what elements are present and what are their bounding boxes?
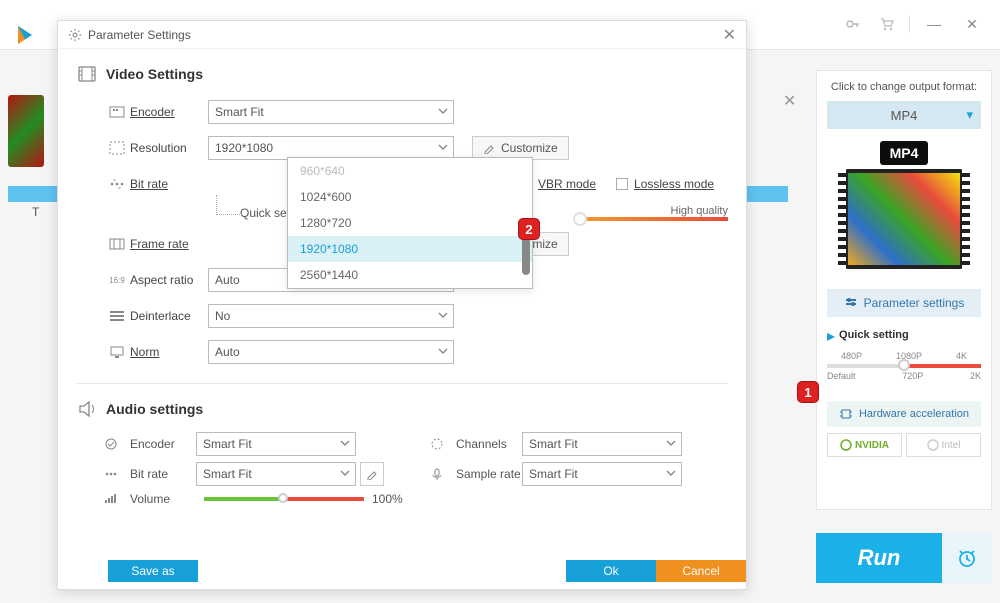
resolution-option[interactable]: 1280*720: [288, 210, 532, 236]
resolution-icon: [104, 141, 130, 155]
audio-bitrate-combo[interactable]: Smart Fit: [196, 462, 356, 486]
samplerate-combo[interactable]: Smart Fit: [522, 462, 682, 486]
save-as-button[interactable]: Save as: [108, 560, 198, 582]
audio-encoder-icon: [104, 437, 130, 451]
cart-icon[interactable]: [871, 8, 903, 40]
output-panel-title: Click to change output format:: [827, 81, 981, 93]
channels-icon: [430, 437, 456, 451]
deinterlace-icon: [104, 309, 130, 323]
audio-bitrate-label: Bit rate: [130, 467, 196, 481]
thumbnail-label: T: [32, 205, 39, 219]
cancel-button[interactable]: Cancel: [656, 560, 746, 582]
resolution-option[interactable]: 2560*1440: [288, 262, 532, 288]
audio-bitrate-icon: [104, 467, 130, 481]
film-preview-icon: [844, 169, 964, 269]
audio-encoder-label: Encoder: [130, 437, 196, 451]
quality-slider[interactable]: [578, 217, 728, 221]
resolution-dropdown-list: 960*640 1024*600 1280*720 1920*1080 2560…: [287, 157, 533, 289]
resolution-option[interactable]: 960*640: [288, 158, 532, 184]
volume-label: Volume: [130, 492, 196, 506]
video-settings-title: Video Settings: [106, 66, 203, 82]
film-icon: [76, 63, 98, 85]
dialog-title: Parameter Settings: [88, 28, 191, 42]
lossless-mode-checkbox[interactable]: Lossless mode: [616, 177, 714, 191]
samplerate-label: Sample rate: [456, 467, 522, 481]
annotation-marker-2: 2: [518, 218, 540, 240]
output-panel: Click to change output format: MP4 ▾ MP4…: [816, 70, 992, 510]
chevron-down-icon: [437, 105, 449, 117]
run-button[interactable]: Run: [816, 533, 942, 583]
channels-combo[interactable]: Smart Fit: [522, 432, 682, 456]
deinterlace-combo[interactable]: No: [208, 304, 454, 328]
chevron-down-icon: [437, 141, 449, 153]
alarm-clock-icon: [955, 546, 979, 570]
framerate-label[interactable]: Frame rate: [130, 237, 208, 251]
parameter-settings-button[interactable]: Parameter settings: [827, 289, 981, 317]
output-format-selector[interactable]: MP4 ▾: [827, 101, 981, 129]
divider: [76, 383, 728, 384]
nvidia-button[interactable]: NVIDIA: [827, 433, 902, 457]
schedule-button[interactable]: [942, 533, 992, 583]
volume-slider[interactable]: [204, 497, 364, 501]
framerate-icon: [104, 237, 130, 251]
bitrate-label[interactable]: Bit rate: [130, 177, 208, 191]
hardware-accel-button[interactable]: Hardware acceleration: [827, 401, 981, 427]
quick-setting-slider[interactable]: [827, 364, 981, 368]
deinterlace-label: Deinterlace: [130, 309, 208, 323]
quick-setting-slider-area: 480P 1080P 4K Default 720P 2K: [827, 351, 981, 393]
minimize-button[interactable]: —: [916, 8, 952, 40]
ok-button[interactable]: Ok: [566, 560, 656, 582]
chevron-down-icon: [437, 345, 449, 357]
format-preview: MP4: [827, 137, 981, 277]
chip-icon: [839, 407, 853, 421]
parameter-settings-dialog: Parameter Settings ✕ Video Settings Enco…: [57, 20, 747, 590]
tree-connector: [216, 195, 242, 215]
channels-label: Channels: [456, 437, 522, 451]
dialog-titlebar: Parameter Settings ✕: [58, 21, 746, 49]
encoder-combo[interactable]: Smart Fit: [208, 100, 454, 124]
dialog-footer: Save as Ok Cancel: [58, 560, 746, 586]
audio-bitrate-edit-button[interactable]: [360, 462, 384, 486]
aspect-label: Aspect ratio: [130, 273, 208, 287]
key-icon[interactable]: [837, 8, 869, 40]
volume-icon: [104, 492, 130, 506]
samplerate-icon: [430, 467, 456, 481]
video-settings-header: Video Settings: [76, 63, 728, 85]
audio-settings-header: Audio settings: [76, 398, 728, 420]
chevron-down-icon: [437, 309, 449, 321]
resolution-option[interactable]: 1024*600: [288, 184, 532, 210]
audio-settings-title: Audio settings: [106, 401, 203, 417]
norm-label[interactable]: Norm: [130, 345, 208, 359]
intel-button[interactable]: Intel: [906, 433, 981, 457]
video-thumbnail[interactable]: [8, 95, 44, 167]
chevron-down-icon: ▾: [966, 107, 973, 123]
dialog-close-icon[interactable]: ✕: [723, 25, 736, 45]
mp4-badge: MP4: [880, 141, 929, 165]
sliders-icon: [844, 296, 858, 310]
norm-icon: [104, 345, 130, 359]
app-logo: [12, 22, 38, 48]
aspect-icon: 16:9: [104, 276, 130, 285]
volume-value: 100%: [372, 492, 403, 506]
gear-icon: [68, 28, 82, 42]
pencil-icon: [483, 142, 495, 154]
close-window-button[interactable]: ✕: [954, 8, 990, 40]
bitrate-icon: [104, 177, 130, 191]
resolution-label: Resolution: [130, 141, 208, 155]
encoder-label[interactable]: Encoder: [130, 105, 208, 119]
speaker-icon: [76, 398, 98, 420]
item-close-icon[interactable]: ✕: [783, 91, 796, 111]
encoder-icon: [104, 105, 130, 119]
annotation-marker-1: 1: [797, 381, 819, 403]
norm-combo[interactable]: Auto: [208, 340, 454, 364]
audio-encoder-combo[interactable]: Smart Fit: [196, 432, 356, 456]
quick-setting-label: Quick setting: [839, 329, 909, 341]
resolution-option[interactable]: 1920*1080: [288, 236, 532, 262]
